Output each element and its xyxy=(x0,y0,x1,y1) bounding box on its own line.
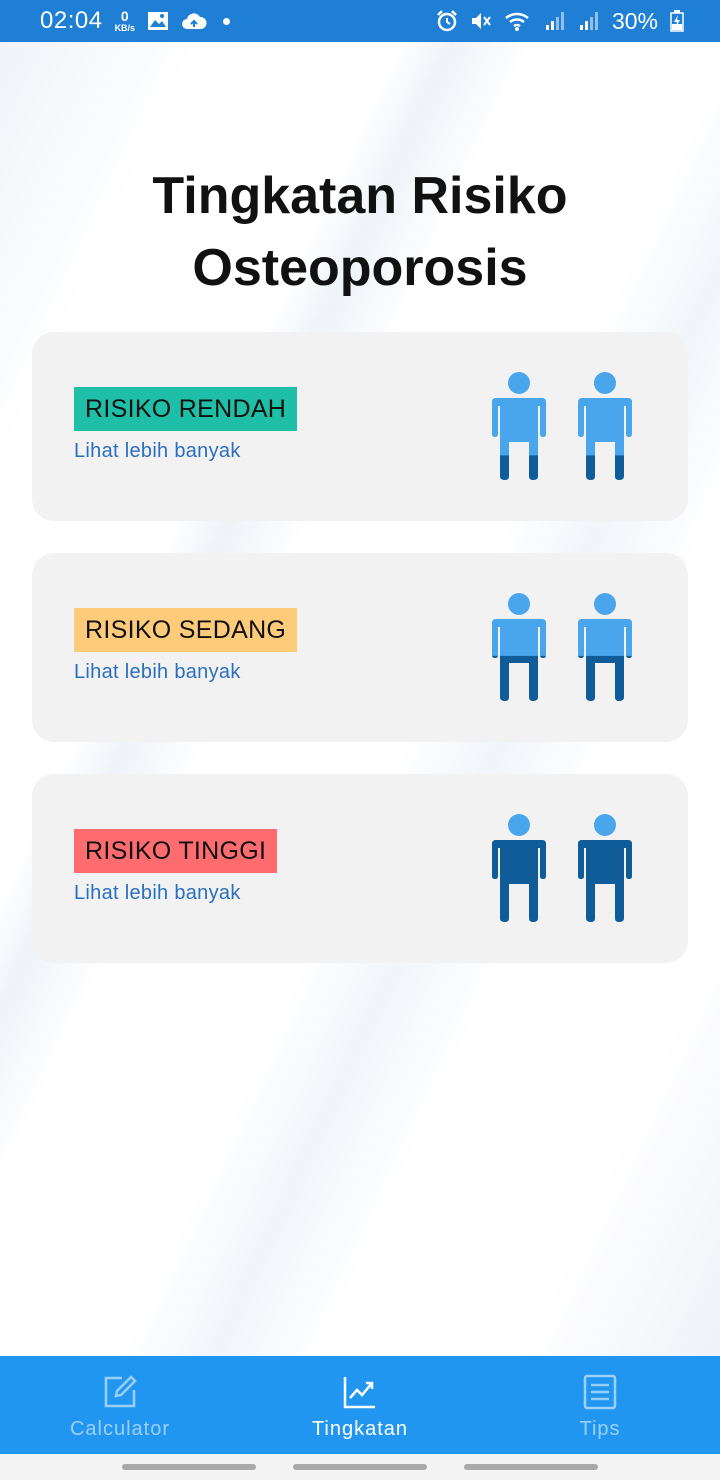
nav-label-calculator: Calculator xyxy=(69,1418,171,1440)
person-figures xyxy=(492,814,632,922)
signal-icon xyxy=(578,10,600,32)
risk-card-low[interactable]: RISIKO RENDAH Lihat lebih banyak xyxy=(32,332,688,521)
image-icon xyxy=(147,11,169,31)
nav-item-calculator[interactable]: Calculator xyxy=(0,1356,240,1454)
person-body-fill xyxy=(492,455,546,480)
risk-badge-high: RISIKO TINGGI xyxy=(74,829,278,873)
system-nav-bar xyxy=(0,1454,720,1480)
net-speed-unit: KB/s xyxy=(114,23,136,33)
person-icon xyxy=(492,372,546,480)
bottom-nav: Calculator Tingkatan Tips xyxy=(0,1356,720,1454)
page-title: Tingkatan Risiko Osteoporosis xyxy=(0,160,720,304)
person-icon xyxy=(492,593,546,701)
battery-charging-icon xyxy=(670,10,684,32)
status-time: 02:04 xyxy=(40,7,103,34)
alarm-icon xyxy=(436,10,458,32)
see-more-link[interactable]: Lihat lebih banyak xyxy=(74,440,241,463)
person-figures xyxy=(492,593,632,701)
person-figures xyxy=(492,372,632,480)
system-nav-pill[interactable] xyxy=(463,1464,598,1470)
signal-icon xyxy=(544,10,566,32)
person-body-fill xyxy=(578,840,632,922)
notification-dot xyxy=(223,17,231,25)
risk-badge-low: RISIKO RENDAH xyxy=(74,387,298,431)
risk-card-high[interactable]: RISIKO TINGGI Lihat lebih banyak xyxy=(32,774,688,963)
mute-icon xyxy=(470,10,492,32)
person-body-fill xyxy=(578,455,632,480)
net-speed: 0 KB/s xyxy=(115,9,136,33)
cloud-sync-icon xyxy=(181,11,207,31)
wifi-icon xyxy=(504,10,532,32)
person-body-fill xyxy=(492,655,546,701)
chart-trend-icon xyxy=(343,1377,375,1409)
person-body-fill xyxy=(492,840,546,922)
nav-item-tingkatan[interactable]: Tingkatan xyxy=(240,1356,480,1454)
risk-card-medium[interactable]: RISIKO SEDANG Lihat lebih banyak xyxy=(32,553,688,742)
system-nav-pill[interactable] xyxy=(122,1464,257,1470)
person-icon xyxy=(578,593,632,701)
person-icon xyxy=(578,814,632,922)
page-title-line1: Tingkatan Risiko xyxy=(152,167,568,225)
status-bar: 02:04 0 KB/s 30% xyxy=(0,0,720,42)
battery-percent: 30% xyxy=(611,7,658,34)
nav-item-tips[interactable]: Tips xyxy=(480,1356,720,1454)
list-icon xyxy=(583,1374,617,1410)
nav-label-tingkatan: Tingkatan xyxy=(311,1418,409,1440)
net-speed-value: 0 xyxy=(120,8,129,24)
risk-badge-medium: RISIKO SEDANG xyxy=(74,608,298,652)
nav-label-tips: Tips xyxy=(579,1418,621,1440)
page-title-line2: Osteoporosis xyxy=(192,239,528,297)
see-more-link[interactable]: Lihat lebih banyak xyxy=(74,882,241,905)
person-body-fill xyxy=(578,655,632,701)
edit-icon xyxy=(104,1375,137,1408)
see-more-link[interactable]: Lihat lebih banyak xyxy=(74,661,241,684)
person-icon xyxy=(578,372,632,480)
person-icon xyxy=(492,814,546,922)
system-nav-pill[interactable] xyxy=(292,1464,427,1470)
